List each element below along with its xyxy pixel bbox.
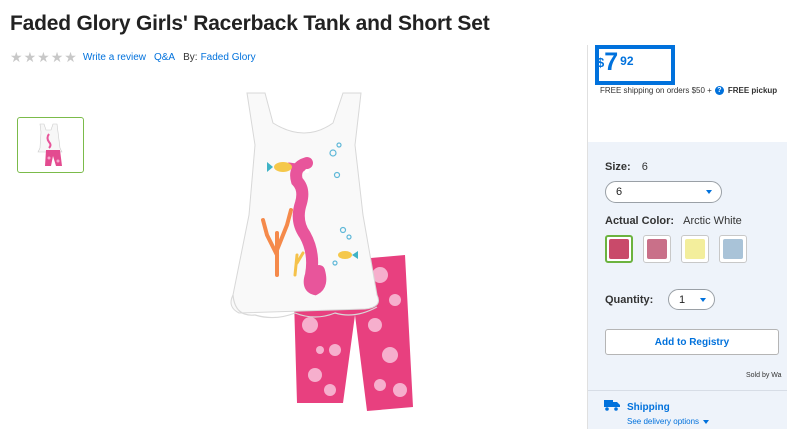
color-swatch-3[interactable] xyxy=(681,235,709,263)
write-review-link[interactable]: Write a review xyxy=(83,52,146,63)
price-dollars: 7 xyxy=(604,48,619,76)
price: $ 7 92 xyxy=(597,50,634,75)
sold-by: Sold by Wa xyxy=(746,372,782,379)
chevron-down-icon xyxy=(703,419,710,424)
color-value: Arctic White xyxy=(683,215,742,227)
product-title: Faded Glory Girls' Racerback Tank and Sh… xyxy=(10,12,490,35)
price-currency: $ xyxy=(597,55,605,70)
shipping-label: Shipping xyxy=(627,402,670,413)
price-cents: 92 xyxy=(620,54,634,68)
color-label-row: Actual Color: Arctic White xyxy=(605,215,742,227)
add-to-registry-button[interactable]: Add to Registry xyxy=(605,329,779,355)
delivery-options-text: See delivery options xyxy=(627,417,700,426)
shipping-note-text: FREE shipping on orders $50 + xyxy=(600,86,712,95)
size-label-row: Size: 6 xyxy=(605,161,648,173)
buy-box: $ 7 92 FREE shipping on orders $50 + ? F… xyxy=(587,45,787,429)
product-image xyxy=(215,85,435,427)
pickup-note: FREE pickup xyxy=(727,86,778,95)
product-meta: ★ ★ ★ ★ ★ Write a review Q&A By: Faded G… xyxy=(10,50,264,64)
color-label: Actual Color: xyxy=(605,215,675,227)
size-select-value: 6 xyxy=(616,186,623,198)
help-icon[interactable]: ? xyxy=(714,86,724,95)
color-swatch-1[interactable] xyxy=(605,235,633,263)
by-label: By: xyxy=(183,51,198,63)
star-icon: ★ xyxy=(50,49,64,65)
color-swatch-2[interactable] xyxy=(643,235,671,263)
quantity-select[interactable]: 1 xyxy=(668,289,715,310)
quantity-label-text: Quantity: xyxy=(605,294,654,306)
star-icon: ★ xyxy=(23,49,37,65)
star-icon: ★ xyxy=(37,49,50,65)
quantity-label: Quantity: xyxy=(605,294,653,306)
brand-link[interactable]: Faded Glory xyxy=(201,52,256,63)
product-thumbnail[interactable] xyxy=(17,117,84,173)
swatch-fill xyxy=(609,239,629,259)
star-icon: ★ xyxy=(10,49,23,65)
truck-icon xyxy=(604,398,620,416)
chevron-down-icon xyxy=(700,298,706,302)
swatch-fill xyxy=(647,239,667,259)
color-swatch-4[interactable] xyxy=(719,235,747,263)
shipping-note: FREE shipping on orders $50 + ? FREE pic… xyxy=(600,86,777,95)
size-select[interactable]: 6 xyxy=(605,181,722,203)
divider xyxy=(588,390,787,391)
swatch-fill xyxy=(685,239,705,259)
star-icon: ★ xyxy=(64,49,77,65)
size-value: 6 xyxy=(641,161,648,173)
price-panel: $ 7 92 FREE shipping on orders $50 + ? F… xyxy=(587,45,787,142)
quantity-value: 1 xyxy=(679,293,686,306)
chevron-down-icon xyxy=(706,190,712,194)
rating-stars[interactable]: ★ ★ ★ ★ ★ xyxy=(10,50,77,64)
delivery-options-link[interactable]: See delivery options xyxy=(627,417,710,426)
swatch-fill xyxy=(723,239,743,259)
size-label: Size: xyxy=(605,161,631,173)
options-panel: Size: 6 6 Actual Color: Arctic White Qua… xyxy=(587,142,787,429)
thumbnail-image xyxy=(37,123,63,166)
qa-link[interactable]: Q&A xyxy=(154,52,175,63)
